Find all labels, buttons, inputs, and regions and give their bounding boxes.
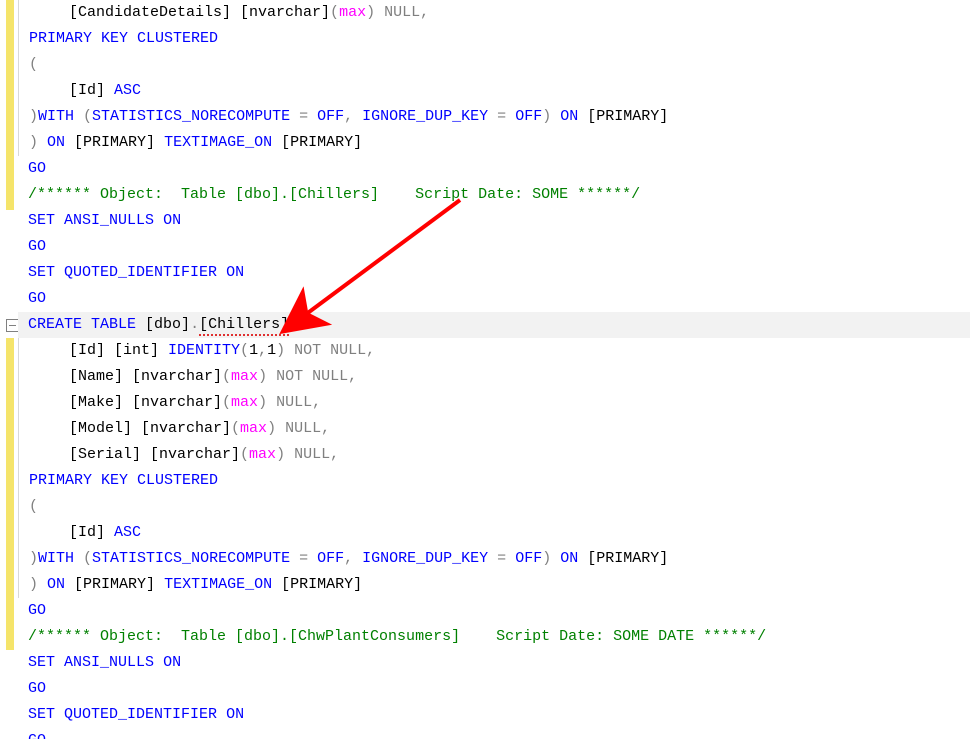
change-marker <box>6 184 14 210</box>
code-line: [Make] [nvarchar](max) NULL, <box>18 390 970 416</box>
code-line: [Id] ASC <box>18 520 970 546</box>
squiggle-error: [Chillers] <box>199 316 289 336</box>
code-line: SET ANSI_NULLS ON <box>18 650 970 676</box>
code-line: GO <box>18 234 970 260</box>
code-line: /****** Object: Table [dbo].[Chillers] S… <box>18 182 970 208</box>
code-line: ( <box>18 52 970 78</box>
code-line-highlighted: CREATE TABLE [dbo].[Chillers]( <box>18 312 970 338</box>
editor-gutter <box>0 0 18 739</box>
code-line: ) ON [PRIMARY] TEXTIMAGE_ON [PRIMARY] <box>18 572 970 598</box>
code-line: )WITH (STATISTICS_NORECOMPUTE = OFF, IGN… <box>18 104 970 130</box>
code-line: )WITH (STATISTICS_NORECOMPUTE = OFF, IGN… <box>18 546 970 572</box>
code-line: [Model] [nvarchar](max) NULL, <box>18 416 970 442</box>
code-line: [Id] [int] IDENTITY(1,1) NOT NULL, <box>18 338 970 364</box>
code-area[interactable]: [CandidateDetails] [nvarchar](max) NULL,… <box>18 0 970 739</box>
code-line: GO <box>18 598 970 624</box>
change-marker <box>6 0 14 184</box>
code-line: SET ANSI_NULLS ON <box>18 208 970 234</box>
code-line: /****** Object: Table [dbo].[ChwPlantCon… <box>18 624 970 650</box>
code-line: GO <box>18 728 970 739</box>
code-line: [Id] ASC <box>18 78 970 104</box>
change-marker <box>6 338 14 624</box>
code-line: GO <box>18 676 970 702</box>
code-line: GO <box>18 286 970 312</box>
code-line: ( <box>18 494 970 520</box>
code-line: GO <box>18 156 970 182</box>
sql-editor[interactable]: [CandidateDetails] [nvarchar](max) NULL,… <box>0 0 970 739</box>
code-line: [Name] [nvarchar](max) NOT NULL, <box>18 364 970 390</box>
code-line: [CandidateDetails] [nvarchar](max) NULL, <box>18 0 970 26</box>
code-line: [Serial] [nvarchar](max) NULL, <box>18 442 970 468</box>
code-line: SET QUOTED_IDENTIFIER ON <box>18 260 970 286</box>
code-line: ) ON [PRIMARY] TEXTIMAGE_ON [PRIMARY] <box>18 130 970 156</box>
code-line: SET QUOTED_IDENTIFIER ON <box>18 702 970 728</box>
code-line: PRIMARY KEY CLUSTERED <box>18 468 970 494</box>
code-line: PRIMARY KEY CLUSTERED <box>18 26 970 52</box>
change-marker <box>6 624 14 650</box>
